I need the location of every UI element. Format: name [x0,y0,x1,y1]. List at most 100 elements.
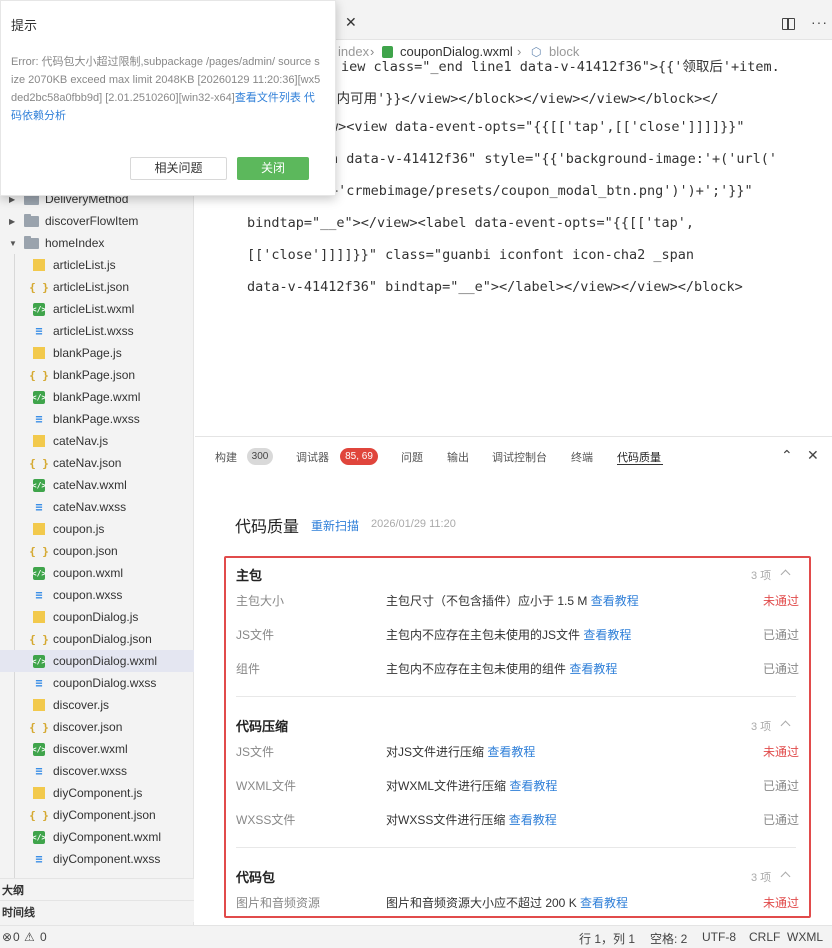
file-item[interactable]: { } articleList.json [0,276,194,298]
warning-count[interactable]: 0 [40,930,47,944]
wxss-file-icon: ≡ [35,500,43,514]
close-panel-icon[interactable]: ✕ [807,447,819,464]
file-item[interactable]: </> articleList.wxml [0,298,194,320]
file-label: cateNav.js [53,434,109,448]
status-badge: 未通过 [762,896,799,910]
file-item[interactable]: cateNav.js [0,430,194,452]
file-item[interactable]: ≡ cateNav.wxss [0,496,194,518]
json-file-icon: { } [29,808,49,822]
error-icon[interactable]: ⊗ [2,930,12,944]
file-item[interactable]: articleList.js [0,254,194,276]
folder-item[interactable]: ▶ discoverFlowItem [0,210,194,232]
tutorial-link[interactable]: 查看教程 [591,594,639,608]
tab-output[interactable]: 输出 [447,449,469,465]
file-item[interactable]: ≡ diyComponent.wxss [0,848,194,870]
check-description: 对WXML文件进行压缩 查看教程 [386,777,557,794]
code-line[interactable]: data-v-41412f36" bindtap="__e"></label><… [195,279,832,311]
view-files-link[interactable]: 查看文件列表 [235,92,301,104]
file-item[interactable]: </> cateNav.wxml [0,474,194,496]
file-item[interactable]: { } coupon.json [0,540,194,562]
check-text: 主包内不应存在主包未使用的JS文件 [386,628,581,642]
indentation[interactable]: 空格: 2 [650,930,687,947]
check-description: 主包尺寸（不包含插件）应小于 1.5 M 查看教程 [386,592,639,609]
more-icon[interactable]: ··· [811,14,828,30]
file-item[interactable]: { } discover.json [0,716,194,738]
file-item[interactable]: { } couponDialog.json [0,628,194,650]
cursor-position[interactable]: 行 1，列 1 [579,930,635,947]
tab-debugger[interactable]: 调试器 [296,449,329,465]
file-item[interactable]: discover.js [0,694,194,716]
file-item[interactable]: { } cateNav.json [0,452,194,474]
tutorial-link[interactable]: 查看教程 [509,779,557,793]
file-item[interactable]: blankPage.js [0,342,194,364]
code-line[interactable]: bindtap="__e"></view><label data-event-o… [195,215,832,247]
error-count[interactable]: 0 [13,930,20,944]
encoding[interactable]: UTF-8 [702,930,736,944]
tutorial-link[interactable]: 查看教程 [583,628,631,642]
dialog-title: 提示 [11,18,38,33]
status-badge: 已通过 [762,813,799,827]
file-item[interactable]: diyComponent.js [0,782,194,804]
file-item[interactable]: ≡ blankPage.wxss [0,408,194,430]
file-item[interactable]: </> couponDialog.wxml [0,650,194,672]
file-item[interactable]: { } blankPage.json [0,364,194,386]
check-description: 主包内不应存在主包未使用的组件 查看教程 [386,660,617,677]
chevron-up-icon[interactable] [780,569,791,580]
warning-icon[interactable]: ⚠ [24,930,35,944]
file-item[interactable]: ≡ discover.wxss [0,760,194,782]
language-mode[interactable]: WXML [787,930,823,944]
check-name: 主包大小 [236,594,285,608]
chevron-up-icon[interactable] [780,871,791,882]
group-title: 代码包 [236,870,276,885]
scan-timestamp: 2026/01/29 11:20 [371,518,456,530]
outline-section[interactable]: 大纲 [0,878,194,900]
code-line[interactable]: [['close']]]]}}" class="guanbi iconfont … [195,247,832,279]
group-title: 主包 [236,568,263,583]
code-quality-results: 主包 3 项主包大小 主包尺寸（不包含插件）应小于 1.5 M 查看教程 未通过 JS文… [224,556,811,918]
file-item[interactable]: { } diyComponent.json [0,804,194,826]
wxss-file-icon: ≡ [35,588,43,602]
file-item[interactable]: coupon.js [0,518,194,540]
timeline-section[interactable]: 时间线 [0,900,194,922]
file-label: articleList.wxss [53,324,134,338]
check-description: 主包内不应存在主包未使用的JS文件 查看教程 [386,626,631,643]
wxss-file-icon: ≡ [35,412,43,426]
folder-item[interactable]: ▼ homeIndex [0,232,194,254]
chevron-down-icon: ▼ [9,238,17,248]
tutorial-link[interactable]: 查看教程 [509,813,557,827]
json-file-icon: { } [29,632,49,646]
tab-build[interactable]: 构建 [215,449,237,465]
file-item[interactable]: ≡ articleList.wxss [0,320,194,342]
related-issues-button[interactable]: 相关问题 [130,157,227,180]
file-item[interactable]: couponDialog.js [0,606,194,628]
tab-debug-console[interactable]: 调试控制台 [492,449,547,465]
wxml-file-icon: </> [31,654,47,668]
tab-terminal[interactable]: 终端 [571,449,593,465]
file-label: cateNav.wxml [53,478,127,492]
check-description: 对WXSS文件进行压缩 查看教程 [386,811,557,828]
file-item[interactable]: </> discover.wxml [0,738,194,760]
rescan-link[interactable]: 重新扫描 [311,517,359,534]
line-ending[interactable]: CRLF [749,930,780,944]
tab-code-quality[interactable]: 代码质量 [617,449,661,465]
tab-problems[interactable]: 问题 [401,449,423,465]
file-item[interactable]: ≡ coupon.wxss [0,584,194,606]
file-item[interactable]: </> blankPage.wxml [0,386,194,408]
wxss-file-icon: ≡ [35,676,43,690]
file-label: articleList.json [53,280,130,294]
wxml-file-icon: </> [31,830,47,844]
close-button[interactable]: 关闭 [237,157,309,180]
status-bar: ⊗ 0 ⚠ 0 行 1，列 1 空格: 2 UTF-8 CRLF WXML [0,925,832,948]
chevron-up-icon[interactable] [780,720,791,731]
tutorial-link[interactable]: 查看教程 [569,662,617,676]
check-name: 图片和音频资源 [236,896,321,910]
file-item[interactable]: ≡ couponDialog.wxss [0,672,194,694]
tutorial-link[interactable]: 查看教程 [487,745,535,759]
file-item[interactable]: </> diyComponent.wxml [0,826,194,848]
file-item[interactable]: </> coupon.wxml [0,562,194,584]
split-editor-icon[interactable] [782,18,795,30]
close-icon[interactable]: ✕ [345,14,357,31]
tutorial-link[interactable]: 查看教程 [580,896,628,910]
chevron-up-icon[interactable]: ⌃ [781,447,793,464]
wxml-file-icon: </> [31,302,47,316]
